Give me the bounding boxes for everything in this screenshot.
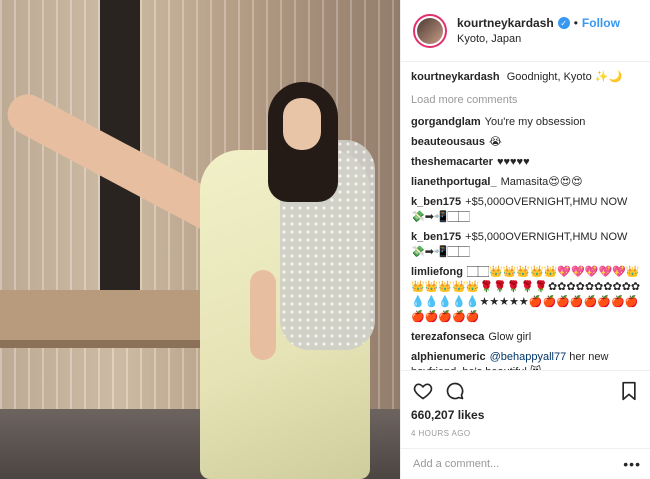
comment-text: 😭 (488, 136, 502, 148)
post-header: kourtneykardash ✓ • Follow Kyoto, Japan (401, 0, 650, 62)
list-item: terezafonseca Glow girl (411, 330, 643, 345)
comment-username[interactable]: beauteousaus (411, 136, 485, 148)
post-sidebar: kourtneykardash ✓ • Follow Kyoto, Japan … (400, 0, 650, 479)
load-more-comments-button[interactable]: Load more comments (411, 93, 643, 108)
comment-username[interactable]: k_ben175 (411, 196, 461, 208)
list-item: k_ben175 +$5,000OVERNIGHT,HMU NOW 💸➡📲🏻🏻 (411, 230, 643, 260)
heart-icon[interactable] (411, 379, 435, 403)
list-item: theshemacarter ♥♥♥♥♥ (411, 155, 643, 170)
separator-dot: • (573, 16, 578, 30)
comment-text: Glow girl (488, 331, 532, 343)
list-item: k_ben175 +$5,000OVERNIGHT,HMU NOW 💸➡📲🏻🏻 (411, 195, 643, 225)
list-item: gorgandglam You're my obsession (411, 115, 643, 130)
location-link[interactable]: Kyoto, Japan (457, 33, 620, 45)
follow-button[interactable]: Follow (582, 16, 620, 30)
add-comment-bar: ••• (401, 448, 650, 479)
bookmark-icon[interactable] (617, 379, 641, 403)
comment-username[interactable]: terezafonseca (411, 331, 484, 343)
comment-text: Mamasita😍😍😍 (500, 176, 583, 188)
avatar[interactable] (413, 13, 447, 48)
comment-username[interactable]: theshemacarter (411, 156, 493, 168)
username-link[interactable]: kourtneykardash (457, 16, 554, 30)
caption: kourtneykardash Goodnight, Kyoto ✨🌙 (411, 70, 643, 85)
comments-list: kourtneykardash Goodnight, Kyoto ✨🌙 Load… (411, 70, 643, 370)
post-photo[interactable] (0, 0, 400, 479)
list-item: alphienumeric@behappyall77 her new boyfr… (411, 350, 643, 370)
likes-count[interactable]: 660,207 likes (411, 408, 484, 422)
figure-arm (250, 270, 276, 360)
comment-username[interactable]: gorgandglam (411, 116, 481, 128)
comment-username[interactable]: lianethportugal_ (411, 176, 497, 188)
comment-input[interactable] (411, 457, 624, 471)
list-item: lianethportugal_ Mamasita😍😍😍 (411, 175, 643, 190)
comment-mention-link[interactable]: @behappyall77 (490, 351, 567, 363)
more-options-icon[interactable]: ••• (623, 456, 641, 472)
comment-icon[interactable] (443, 379, 467, 403)
comment-username[interactable]: alphienumeric (411, 351, 486, 363)
list-item: beauteousaus 😭 (411, 135, 643, 150)
post-actions (401, 370, 650, 410)
comment-username[interactable]: limliefong (411, 266, 463, 278)
timestamp[interactable]: 4 HOURS AGO (411, 429, 471, 438)
verified-icon: ✓ (557, 17, 570, 29)
wooden-bench (0, 290, 220, 340)
caption-username[interactable]: kourtneykardash (411, 71, 500, 83)
figure-face (283, 98, 321, 150)
caption-text: Goodnight, Kyoto ✨🌙 (506, 71, 623, 83)
list-item: limliefong 🏻🏻👑👑👑👑👑💖💖💖💖💖👑👑👑👑👑👑🌹🌹🌹🌹🌹✿✿✿✿✿✿✿… (411, 265, 643, 325)
comment-text: You're my obsession (484, 116, 586, 128)
comment-username[interactable]: k_ben175 (411, 231, 461, 243)
comment-text: ♥♥♥♥♥ (496, 156, 530, 168)
